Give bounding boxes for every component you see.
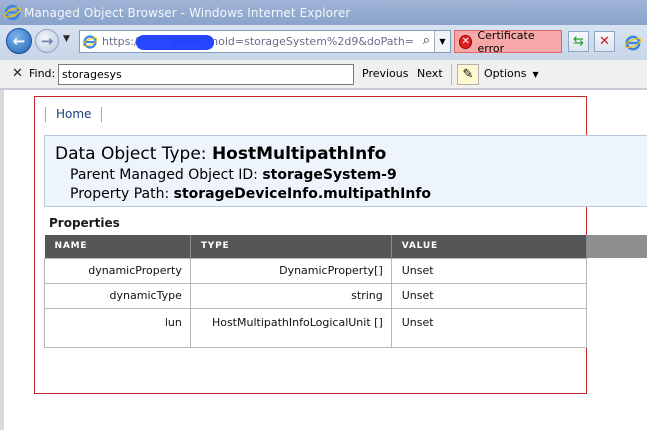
column-header-value: VALUE [391,235,588,258]
column-header-type: TYPE [190,235,392,258]
home-link[interactable]: Home [45,107,103,122]
table-header-row: NAME TYPE VALUE [44,235,647,258]
stop-button[interactable]: ✕ [594,31,615,52]
certificate-error-label: Certificate error [477,28,535,55]
back-arrow-icon: ← [12,32,26,50]
find-next-button[interactable]: Next [417,67,443,80]
refresh-icon: ⇆ [573,34,584,49]
tab-ie-icon[interactable] [624,34,642,52]
column-header-name: NAME [44,235,191,258]
property-type: HostMultipathInfoLogicalUnit [] [189,307,392,348]
search-icon[interactable]: ⌕ [423,33,430,48]
property-path-line: Property Path: storageDeviceInfo.multipa… [70,186,431,202]
find-options-button[interactable]: Options ▼ [484,67,539,80]
chevron-down-icon: ▼ [532,70,539,79]
find-input[interactable] [58,64,354,85]
refresh-button[interactable]: ⇆ [568,31,589,52]
ie-logo-icon [4,4,21,21]
property-type: DynamicProperty[] [189,257,392,284]
toolbar-divider [451,64,452,85]
data-object-type-value: HostMultipathInfo [211,144,387,164]
properties-table: NAME TYPE VALUE dynamicProperty DynamicP… [44,235,647,348]
object-header: Data Object Type: HostMultipathInfo Pare… [44,135,647,207]
forward-button[interactable]: → [35,29,59,53]
property-name: dynamicProperty [44,257,191,284]
find-previous-button[interactable]: Previous [362,67,409,80]
column-header-filler [586,235,647,258]
property-value: Unset [390,282,588,309]
close-icon[interactable]: ✕ [12,66,23,81]
table-row: dynamicProperty DynamicProperty[] Unset [44,257,647,284]
property-name: dynamicType [44,282,191,309]
table-row: dynamicType string Unset [44,282,647,309]
address-dropdown-icon[interactable]: ▼ [434,31,450,52]
property-type: string [189,282,392,309]
property-name: lun [44,307,191,348]
properties-heading: Properties [49,216,120,230]
stop-icon: ✕ [599,34,610,49]
table-row: lun HostMultipathInfoLogicalUnit [] Unse… [44,307,647,348]
parent-managed-object-line: Parent Managed Object ID: storageSystem-… [70,167,397,183]
data-object-type-line: Data Object Type: HostMultipathInfo [55,144,386,164]
back-button[interactable]: ← [6,28,32,54]
find-bar: ✕ Find: Previous Next ✎ Options ▼ [0,60,647,89]
window-titlebar: Managed Object Browser - Windows Interne… [0,0,647,25]
parent-label: Parent Managed Object ID: [70,167,258,183]
shield-error-icon: ✕ [459,34,473,49]
data-object-type-label: Data Object Type: [55,144,207,164]
window-title: Managed Object Browser - Windows Interne… [24,5,351,20]
find-options-label: Options [484,67,527,80]
history-dropdown-icon[interactable]: ▼ [63,34,70,44]
url-text: https://mob/?moid=storageSystem%2d9&doPa… [102,35,414,50]
highlight-pen-icon[interactable]: ✎ [457,64,479,85]
redacted-host-scribble [136,35,214,50]
property-path-value: storageDeviceInfo.multipathInfo [173,186,432,202]
property-value: Unset [390,257,588,284]
navigation-bar: ← → ▼ https://mob/?moid=storageSystem%2d… [0,25,647,60]
property-value: Unset [390,307,588,348]
find-label: Find: [29,67,56,80]
forward-arrow-icon: → [40,32,54,50]
page-ie-icon [82,34,98,49]
parent-id-value: storageSystem-9 [262,167,397,183]
certificate-error-button[interactable]: ✕ Certificate error [454,28,562,55]
address-field[interactable]: https://mob/?moid=storageSystem%2d9&doPa… [79,30,451,53]
property-path-label: Property Path: [70,186,170,202]
